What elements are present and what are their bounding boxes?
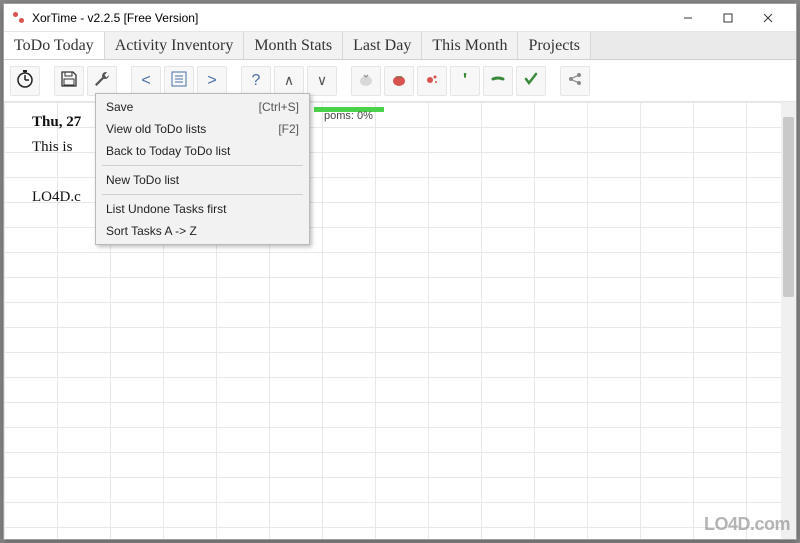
chevron-up-icon: ∧: [284, 72, 294, 89]
help-button[interactable]: ?: [241, 66, 271, 96]
check-icon: [523, 71, 539, 90]
tomato-gray-icon: [358, 71, 374, 90]
tools-dropdown-menu: Save [Ctrl+S] View old ToDo lists [F2] B…: [95, 93, 310, 245]
menu-undone-first-label: List Undone Tasks first: [106, 202, 227, 216]
chevron-down-icon: ∨: [317, 72, 327, 89]
stopwatch-icon: [15, 69, 35, 92]
list-icon: [171, 71, 187, 90]
scrollbar-thumb[interactable]: [783, 117, 794, 297]
window-controls: [668, 6, 788, 30]
menu-undone-first[interactable]: List Undone Tasks first: [98, 198, 307, 220]
save-button[interactable]: [54, 66, 84, 96]
list-button[interactable]: [164, 66, 194, 96]
prev-button[interactable]: <: [131, 66, 161, 96]
dash-icon: [490, 71, 506, 90]
gray-tomato-button[interactable]: [351, 66, 381, 96]
menu-sort-az[interactable]: Sort Tasks A -> Z: [98, 220, 307, 242]
menu-view-old-shortcut: [F2]: [278, 122, 299, 136]
menu-back-today[interactable]: Back to Today ToDo list: [98, 140, 307, 162]
next-button[interactable]: >: [197, 66, 227, 96]
share-icon: [567, 71, 583, 90]
tools-button[interactable]: [87, 66, 117, 96]
chevron-right-icon: >: [207, 72, 216, 90]
interruption-button[interactable]: [417, 66, 447, 96]
menu-new-list[interactable]: New ToDo list: [98, 169, 307, 191]
timer-button[interactable]: [10, 66, 40, 96]
watermark: LO4D.com: [704, 514, 790, 535]
move-down-button[interactable]: ∨: [307, 66, 337, 96]
maximize-button[interactable]: [708, 6, 748, 30]
app-window: XorTime - v2.2.5 [Free Version] ToDo Tod…: [3, 3, 797, 540]
task-row-2[interactable]: LO4D.c: [32, 189, 81, 206]
tab-activity-inventory[interactable]: Activity Inventory: [105, 32, 245, 59]
tomato-icon: [391, 71, 407, 90]
menu-view-old-label: View old ToDo lists: [106, 122, 206, 136]
menu-back-today-label: Back to Today ToDo list: [106, 144, 230, 158]
date-header: Thu, 27: [32, 114, 81, 131]
menu-save-label: Save: [106, 100, 133, 114]
share-button[interactable]: [560, 66, 590, 96]
apostrophe-icon: ': [463, 70, 467, 91]
app-icon: [12, 11, 26, 25]
move-up-button[interactable]: ∧: [274, 66, 304, 96]
green-dash-button[interactable]: [483, 66, 513, 96]
menu-separator: [102, 165, 303, 166]
titlebar: XorTime - v2.2.5 [Free Version]: [4, 4, 796, 32]
menu-save-shortcut: [Ctrl+S]: [259, 100, 299, 114]
save-icon: [60, 70, 78, 91]
close-button[interactable]: [748, 6, 788, 30]
minimize-button[interactable]: [668, 6, 708, 30]
tab-this-month[interactable]: This Month: [422, 32, 518, 59]
green-mark-button[interactable]: ': [450, 66, 480, 96]
wrench-icon: [93, 70, 111, 91]
red-tomato-button[interactable]: [384, 66, 414, 96]
question-icon: ?: [252, 72, 261, 90]
tab-month-stats[interactable]: Month Stats: [244, 32, 343, 59]
task-row-1[interactable]: This is: [32, 139, 72, 156]
chevron-left-icon: <: [141, 72, 150, 90]
tab-todo-today[interactable]: ToDo Today: [4, 32, 105, 59]
splash-icon: [424, 71, 440, 90]
menu-save[interactable]: Save [Ctrl+S]: [98, 96, 307, 118]
window-title: XorTime - v2.2.5 [Free Version]: [32, 11, 668, 25]
menu-sort-az-label: Sort Tasks A -> Z: [106, 224, 197, 238]
tab-projects[interactable]: Projects: [518, 32, 591, 59]
stats-text: poms: 0%: [324, 110, 373, 122]
tab-bar: ToDo Today Activity Inventory Month Stat…: [4, 32, 796, 60]
menu-view-old[interactable]: View old ToDo lists [F2]: [98, 118, 307, 140]
done-button[interactable]: [516, 66, 546, 96]
tab-last-day[interactable]: Last Day: [343, 32, 422, 59]
vertical-scrollbar[interactable]: [781, 102, 796, 539]
menu-separator: [102, 194, 303, 195]
menu-new-list-label: New ToDo list: [106, 173, 179, 187]
